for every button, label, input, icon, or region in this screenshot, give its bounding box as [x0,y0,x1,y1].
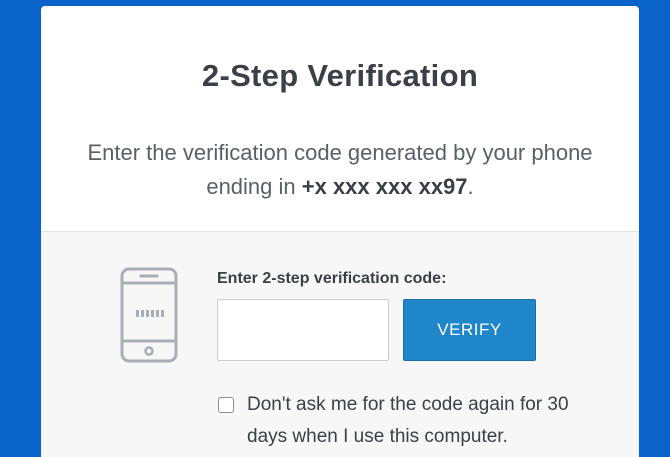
verification-dialog: 2-Step Verification Enter the verificati… [41,6,639,457]
verification-form: Enter 2-step verification code: VERIFY D… [41,232,639,457]
remember-label[interactable]: Don't ask me for the code again for 30 d… [247,389,597,453]
verification-description: Enter the verification code generated by… [61,136,619,204]
code-field-label: Enter 2-step verification code: [217,270,447,287]
smartphone-icon [120,267,178,363]
remember-checkbox[interactable] [218,397,234,413]
verify-button[interactable]: VERIFY [403,299,536,361]
verification-code-input[interactable] [217,299,389,361]
dialog-header: 2-Step Verification Enter the verificati… [41,6,639,232]
page-title: 2-Step Verification [201,58,479,93]
masked-phone-number: +x xxx xxx xx97 [301,174,468,199]
description-suffix: . [467,174,474,199]
